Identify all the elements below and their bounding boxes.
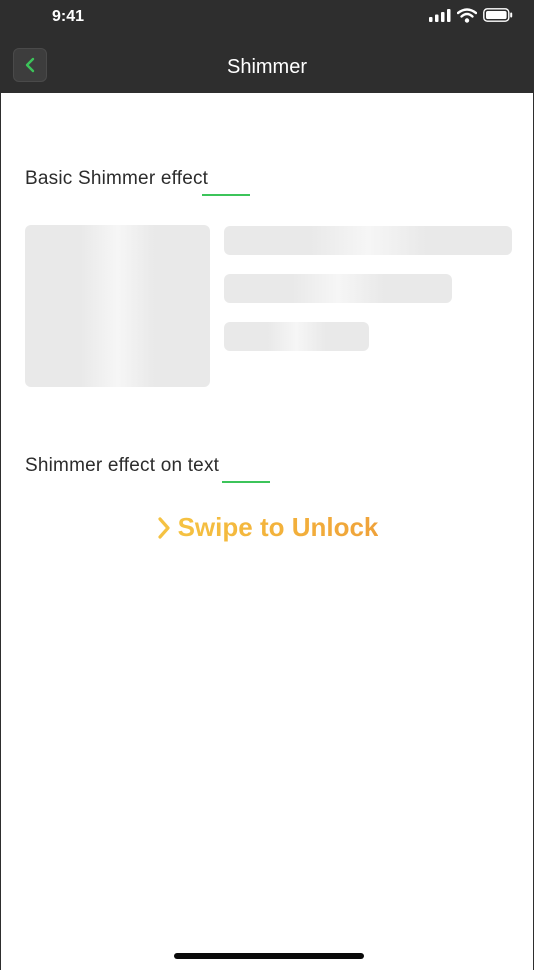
status-time: 9:41 bbox=[52, 8, 85, 25]
signal-icon bbox=[429, 8, 451, 22]
shimmer-line-placeholder bbox=[224, 322, 369, 351]
shimmer-line-placeholder bbox=[224, 274, 452, 303]
section-title-basic-label: Basic Shimmer effect bbox=[25, 168, 209, 189]
section-title-text-label: Shimmer effect on text bbox=[25, 455, 220, 476]
chevron-right-icon bbox=[157, 516, 170, 539]
swipe-label: Swipe to Unlock bbox=[177, 512, 379, 542]
swipe-to-unlock[interactable]: Swipe to Unlock bbox=[1, 512, 533, 543]
battery-icon bbox=[483, 8, 513, 22]
title-underline bbox=[222, 481, 270, 483]
title-underline bbox=[202, 194, 250, 196]
wifi-icon bbox=[457, 7, 477, 23]
header: 9:41 Shimmer bbox=[1, 0, 533, 93]
status-icons bbox=[429, 7, 513, 23]
shimmer-line-placeholder bbox=[224, 226, 512, 255]
section-title-basic: Basic Shimmer effect bbox=[25, 168, 250, 196]
home-indicator[interactable] bbox=[174, 953, 364, 959]
screen: 9:41 Shimmer Basic Shimmer effect Shimme… bbox=[0, 0, 534, 970]
section-title-text: Shimmer effect on text bbox=[25, 455, 270, 483]
page-title: Shimmer bbox=[226, 56, 307, 78]
shimmer-image-placeholder bbox=[25, 225, 210, 387]
